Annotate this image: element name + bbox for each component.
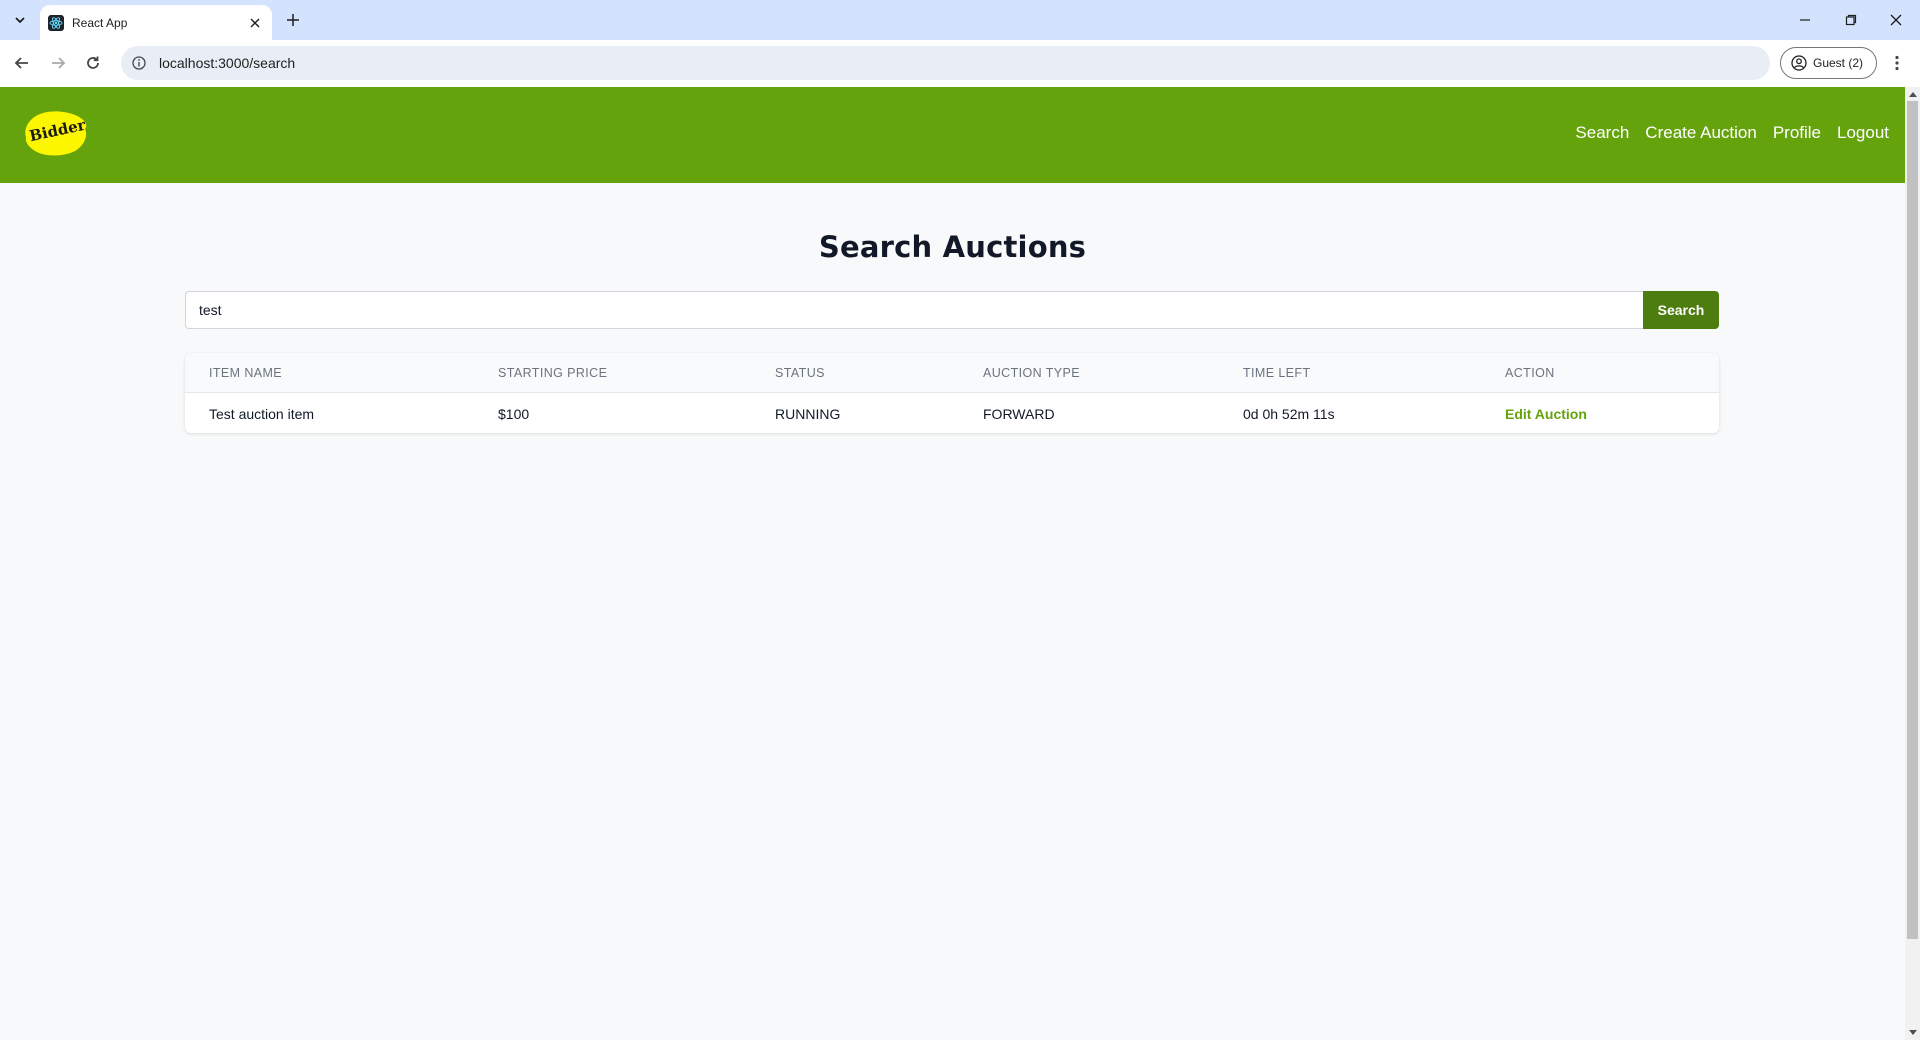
scrollbar-thumb[interactable] <box>1907 101 1918 939</box>
nav-profile-link[interactable]: Profile <box>1773 123 1821 143</box>
url-text: localhost:3000/search <box>159 55 296 71</box>
kebab-menu-icon[interactable] <box>1887 53 1907 73</box>
browser-tab[interactable]: React App <box>40 5 272 40</box>
cell-starting-price: $100 <box>498 406 530 422</box>
site-nav: Search Create Auction Profile Logout <box>1575 123 1889 143</box>
page-scrollbar[interactable] <box>1905 87 1920 1040</box>
site-info-icon[interactable] <box>131 55 147 71</box>
profile-label: Guest (2) <box>1813 56 1864 70</box>
page-title: Search Auctions <box>818 230 1087 264</box>
back-arrow-icon[interactable] <box>11 52 33 74</box>
forward-arrow-icon[interactable] <box>47 52 69 74</box>
header-status: STATUS <box>775 366 825 380</box>
cell-item-name: Test auction item <box>209 406 315 422</box>
table-header-row: ITEM NAME STARTING PRICE STATUS AUCTION … <box>185 353 1719 393</box>
header-item-name: ITEM NAME <box>209 366 283 380</box>
close-icon[interactable] <box>246 14 264 32</box>
search-button[interactable]: Search <box>1643 291 1719 329</box>
window-close-icon[interactable] <box>1884 8 1908 32</box>
header-time-left: TIME LEFT <box>1243 366 1311 380</box>
address-bar[interactable]: localhost:3000/search <box>121 46 1770 80</box>
results-table: ITEM NAME STARTING PRICE STATUS AUCTION … <box>185 353 1719 433</box>
header-action: ACTION <box>1505 366 1555 380</box>
header-starting-price: STARTING PRICE <box>498 366 608 380</box>
edit-auction-link[interactable]: Edit Auction <box>1505 406 1587 422</box>
search-input[interactable] <box>185 291 1643 329</box>
tab-title: React App <box>72 15 128 30</box>
restore-icon[interactable] <box>1839 8 1863 32</box>
header-auction-type: AUCTION TYPE <box>983 366 1080 380</box>
profile-button[interactable]: Guest (2) <box>1780 47 1877 79</box>
cell-time-left: 0d 0h 52m 11s <box>1243 406 1335 422</box>
scroll-down-arrow-icon[interactable] <box>1905 1026 1920 1040</box>
react-favicon-icon <box>48 14 64 31</box>
scroll-up-arrow-icon[interactable] <box>1905 87 1920 101</box>
nav-logout-link[interactable]: Logout <box>1837 123 1889 143</box>
cell-status: RUNNING <box>775 406 841 422</box>
reload-icon[interactable] <box>82 52 104 74</box>
browser-toolbar: localhost:3000/search Guest (2) <box>0 40 1920 87</box>
browser-tab-bar: React App <box>0 0 1920 40</box>
site-header: Bidder Search Create Auction Profile Log… <box>0 87 1905 183</box>
cell-auction-type: FORWARD <box>983 406 1055 422</box>
plus-icon[interactable] <box>282 9 304 31</box>
tab-search-icon[interactable] <box>8 10 32 30</box>
nav-create-auction-link[interactable]: Create Auction <box>1645 123 1757 143</box>
page-viewport: Bidder Search Create Auction Profile Log… <box>0 87 1905 1040</box>
nav-search-link[interactable]: Search <box>1575 123 1629 143</box>
bidder-logo[interactable]: Bidder <box>21 107 89 159</box>
profile-icon <box>1791 55 1807 71</box>
minimize-icon[interactable] <box>1793 8 1817 32</box>
search-form: Search <box>185 291 1719 329</box>
table-row: Test auction item $100 RUNNING FORWARD 0… <box>185 393 1719 433</box>
